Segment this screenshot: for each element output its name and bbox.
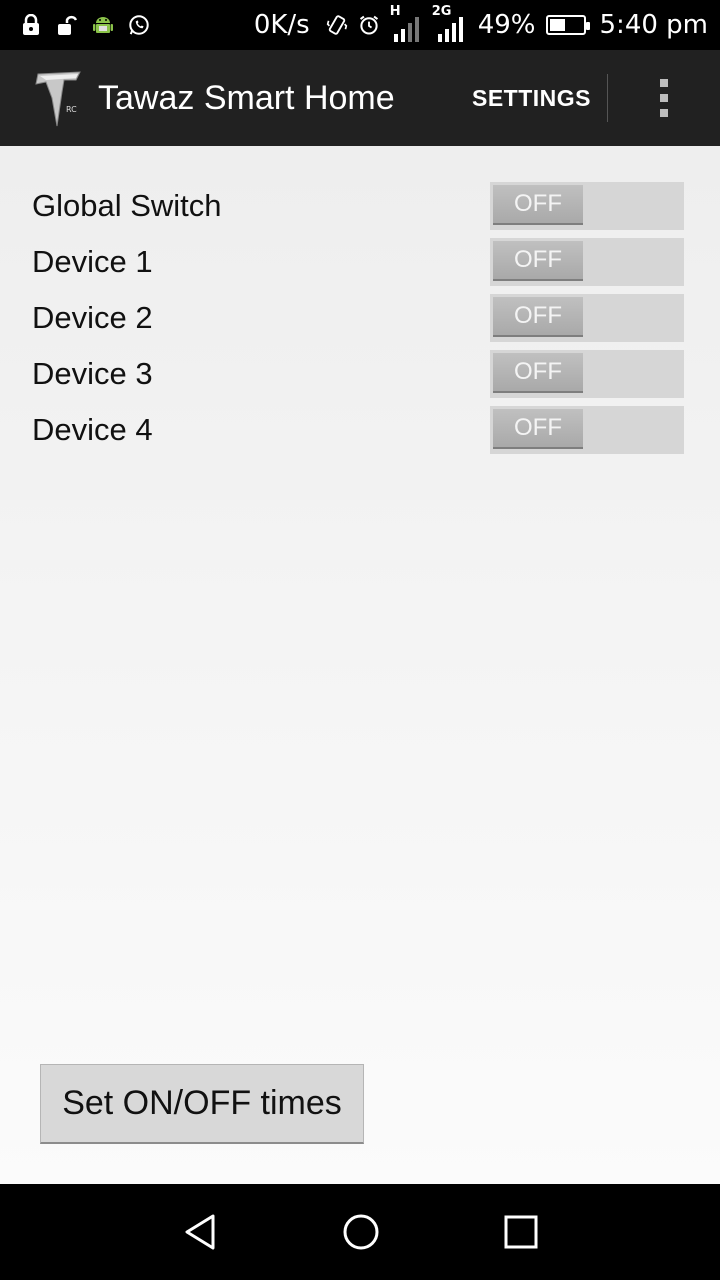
signal-2g: 2G [432,4,468,42]
switch-label: Device 4 [32,412,153,447]
global-switch-toggle[interactable]: OFF [490,182,684,230]
back-button[interactable] [141,1184,261,1280]
signal-icon [437,17,463,42]
switch-label: Device 1 [32,244,153,279]
toggle-thumb: OFF [493,241,583,281]
switch-row-device-1: Device 1 OFF [32,238,684,286]
device-2-toggle[interactable]: OFF [490,294,684,342]
main-content: Global Switch OFF Device 1 OFF Device 2 … [0,146,720,1184]
device-4-toggle[interactable]: OFF [490,406,684,454]
overflow-menu-button[interactable] [608,50,720,146]
navigation-bar [0,1184,720,1280]
switch-row-device-4: Device 4 OFF [32,406,684,454]
logo-text: RC [66,105,77,114]
alarm-icon [358,14,380,36]
toggle-thumb: OFF [493,185,583,225]
signal-h: H [390,4,424,42]
net-speed: 0K/s [253,10,310,40]
app-logo: RC [35,71,81,127]
battery-fill [549,19,566,31]
switch-row-device-3: Device 3 OFF [32,350,684,398]
signal-icon [393,17,419,42]
android-icon [92,14,114,36]
toggle-thumb: OFF [493,353,583,393]
device-1-toggle[interactable]: OFF [490,238,684,286]
more-vert-icon [660,79,668,117]
toggle-thumb: OFF [493,409,583,449]
battery-percent: 49% [477,10,536,40]
vibrate-icon [326,14,348,36]
device-3-toggle[interactable]: OFF [490,350,684,398]
toggle-thumb: OFF [493,297,583,337]
switch-row-global: Global Switch OFF [32,182,684,230]
network-type-h: H [389,4,401,19]
network-type-2g: 2G [431,4,452,19]
switch-row-device-2: Device 2 OFF [32,294,684,342]
recents-button[interactable] [461,1184,581,1280]
switch-label: Global Switch [32,188,222,223]
recents-icon [504,1215,538,1249]
settings-button[interactable]: SETTINGS [456,50,607,146]
home-icon [343,1214,379,1250]
lock-icon [20,14,42,36]
whatsapp-icon [128,14,150,36]
clock: 5:40 pm [599,10,708,40]
action-bar: RC Tawaz Smart Home SETTINGS [0,50,720,146]
home-button[interactable] [301,1184,421,1280]
battery-icon [545,15,590,35]
switch-label: Device 2 [32,300,153,335]
switch-label: Device 3 [32,356,153,391]
set-on-off-times-button[interactable]: Set ON/OFF times [40,1064,364,1144]
status-bar: 0K/s H 2G 49% 5:40 pm [0,0,720,50]
app-title: Tawaz Smart Home [98,78,395,117]
unlock-icon [56,14,78,36]
back-icon [185,1214,215,1250]
